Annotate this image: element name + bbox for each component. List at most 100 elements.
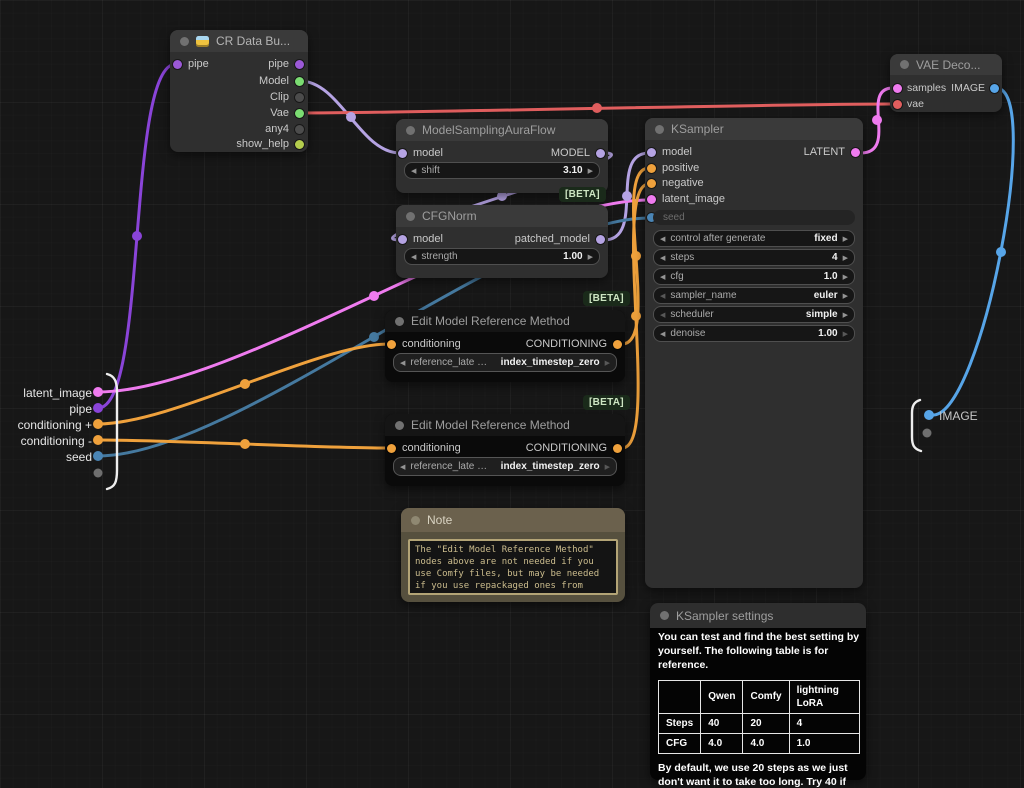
widget-strength[interactable]: ◀ strength 1.00 ▶	[404, 248, 600, 265]
decrement-arrow-icon[interactable]: ◀	[660, 292, 665, 300]
increment-arrow-icon[interactable]: ▶	[843, 235, 848, 243]
output-label-conditioning: CONDITIONING	[525, 442, 607, 454]
node-ksampler[interactable]: KSampler model positive negative latent_…	[645, 118, 863, 588]
widget-value[interactable]: index_timestep_zero	[501, 461, 600, 472]
node-title-bar[interactable]: KSampler settings	[650, 603, 866, 628]
decrement-arrow-icon[interactable]: ◀	[411, 167, 416, 175]
output-slot-show-help[interactable]	[295, 140, 304, 149]
node-status-dot	[395, 420, 404, 430]
widget-control-after-generate[interactable]: ◀ control after generate fixed ▶	[653, 230, 855, 247]
input-slot-model[interactable]	[398, 149, 407, 158]
decrement-arrow-icon[interactable]: ◀	[400, 359, 405, 367]
node-ksampler-settings[interactable]: KSampler settings You can test and find …	[650, 603, 866, 788]
input-label-model: model	[413, 147, 443, 159]
beta-badge: [BETA]	[559, 187, 606, 202]
decrement-arrow-icon[interactable]: ◀	[400, 463, 405, 471]
output-label-pipe: pipe	[268, 58, 289, 70]
decrement-arrow-icon[interactable]: ◀	[660, 330, 665, 338]
widget-reference-method[interactable]: ◀ reference_late … index_timestep_zero ▶	[393, 353, 617, 372]
output-slot-conditioning[interactable]	[613, 444, 622, 453]
widget-value[interactable]: 3.10	[563, 165, 582, 176]
widget-steps[interactable]: ◀ steps 4 ▶	[653, 249, 855, 266]
node-title-bar[interactable]: CFGNorm	[396, 205, 608, 227]
node-graph-canvas[interactable]: latent_image pipe conditioning + conditi…	[0, 0, 1024, 788]
input-slot-model[interactable]	[647, 148, 656, 157]
widget-scheduler[interactable]: ◀ scheduler simple ▶	[653, 306, 855, 323]
widget-value[interactable]: index_timestep_zero	[501, 357, 600, 368]
node-model-sampling-auraflow[interactable]: ModelSamplingAuraFlow model MODEL ◀ shif…	[396, 119, 608, 193]
increment-arrow-icon[interactable]: ▶	[605, 359, 610, 367]
input-slot-vae[interactable]	[893, 100, 902, 109]
output-slot-model[interactable]	[596, 149, 605, 158]
node-cfgnorm[interactable]: CFGNorm model patched_model ◀ strength 1…	[396, 205, 608, 278]
node-title-bar[interactable]: Edit Model Reference Method	[385, 310, 625, 332]
input-slot-model[interactable]	[398, 235, 407, 244]
output-label-image: IMAGE	[951, 82, 985, 94]
input-slot-pipe[interactable]	[173, 60, 182, 69]
node-title-bar[interactable]: VAE Deco...	[890, 54, 1002, 75]
decrement-arrow-icon[interactable]: ◀	[660, 254, 665, 262]
decrement-arrow-icon[interactable]: ◀	[660, 235, 665, 243]
node-status-dot	[660, 611, 669, 620]
node-cr-data-bus[interactable]: CR Data Bu... pipe pipe Model Clip Vae a…	[170, 30, 308, 152]
increment-arrow-icon[interactable]: ▶	[605, 463, 610, 471]
input-slot-samples[interactable]	[893, 84, 902, 93]
seed-converted-widget[interactable]: seed	[653, 210, 855, 225]
node-title-bar[interactable]: CR Data Bu...	[170, 30, 308, 52]
increment-arrow-icon[interactable]: ▶	[843, 254, 848, 262]
settings-outro: By default, we use 20 steps as we just d…	[658, 762, 848, 788]
input-label-positive: positive	[662, 162, 700, 174]
node-title: Edit Model Reference Method	[411, 314, 570, 328]
output-slot-vae[interactable]	[295, 109, 304, 118]
node-title-bar[interactable]: ModelSamplingAuraFlow	[396, 119, 608, 141]
input-label-conditioning: conditioning	[402, 338, 461, 350]
widget-denoise[interactable]: ◀ denoise 1.00 ▶	[653, 325, 855, 342]
decrement-arrow-icon[interactable]: ◀	[660, 273, 665, 281]
node-status-dot	[406, 211, 415, 221]
output-slot-model[interactable]	[295, 77, 304, 86]
input-label-model: model	[662, 146, 692, 158]
settings-note-content: You can test and find the best setting b…	[657, 631, 861, 788]
node-title-bar[interactable]: Edit Model Reference Method	[385, 414, 625, 436]
output-slot-latent[interactable]	[851, 148, 860, 157]
output-slot-clip[interactable]	[295, 93, 304, 102]
increment-arrow-icon[interactable]: ▶	[843, 292, 848, 300]
widget-value[interactable]: 1.00	[563, 251, 582, 262]
node-title-bar[interactable]: KSampler	[645, 118, 863, 140]
input-label-vae: vae	[907, 98, 924, 110]
output-slot-conditioning[interactable]	[613, 340, 622, 349]
output-label-conditioning: CONDITIONING	[525, 338, 607, 350]
decrement-arrow-icon[interactable]: ◀	[660, 311, 665, 319]
input-slot-negative[interactable]	[647, 179, 656, 188]
input-label-model: model	[413, 233, 443, 245]
node-note[interactable]: Note The "Edit Model Reference Method" n…	[401, 508, 625, 602]
widget-cfg[interactable]: ◀ cfg 1.0 ▶	[653, 268, 855, 285]
node-title: ModelSamplingAuraFlow	[422, 123, 556, 137]
increment-arrow-icon[interactable]: ▶	[588, 167, 593, 175]
node-edit-model-reference-method-1[interactable]: Edit Model Reference Method conditioning…	[385, 310, 625, 382]
widget-reference-method[interactable]: ◀ reference_late … index_timestep_zero ▶	[393, 457, 617, 476]
output-slot-any4[interactable]	[295, 125, 304, 134]
node-vae-decode[interactable]: VAE Deco... samples vae IMAGE	[890, 54, 1002, 112]
increment-arrow-icon[interactable]: ▶	[843, 273, 848, 281]
widget-label: shift	[421, 165, 440, 176]
widget-sampler-name[interactable]: ◀ sampler_name euler ▶	[653, 287, 855, 304]
input-slot-latent-image[interactable]	[647, 195, 656, 204]
input-label-samples: samples	[907, 82, 947, 94]
note-textarea[interactable]: The "Edit Model Reference Method" nodes …	[408, 539, 618, 595]
node-status-dot	[411, 515, 420, 525]
increment-arrow-icon[interactable]: ▶	[843, 311, 848, 319]
increment-arrow-icon[interactable]: ▶	[588, 253, 593, 261]
input-slot-conditioning[interactable]	[387, 340, 396, 349]
widget-shift[interactable]: ◀ shift 3.10 ▶	[404, 162, 600, 179]
input-slot-conditioning[interactable]	[387, 444, 396, 453]
output-label-latent: LATENT	[803, 146, 845, 158]
node-edit-model-reference-method-2[interactable]: Edit Model Reference Method conditioning…	[385, 414, 625, 486]
output-slot-image[interactable]	[990, 84, 999, 93]
decrement-arrow-icon[interactable]: ◀	[411, 253, 416, 261]
output-slot-pipe[interactable]	[295, 60, 304, 69]
increment-arrow-icon[interactable]: ▶	[843, 330, 848, 338]
input-slot-positive[interactable]	[647, 164, 656, 173]
node-title-bar[interactable]: Note	[401, 508, 625, 532]
output-slot-patched-model[interactable]	[596, 235, 605, 244]
